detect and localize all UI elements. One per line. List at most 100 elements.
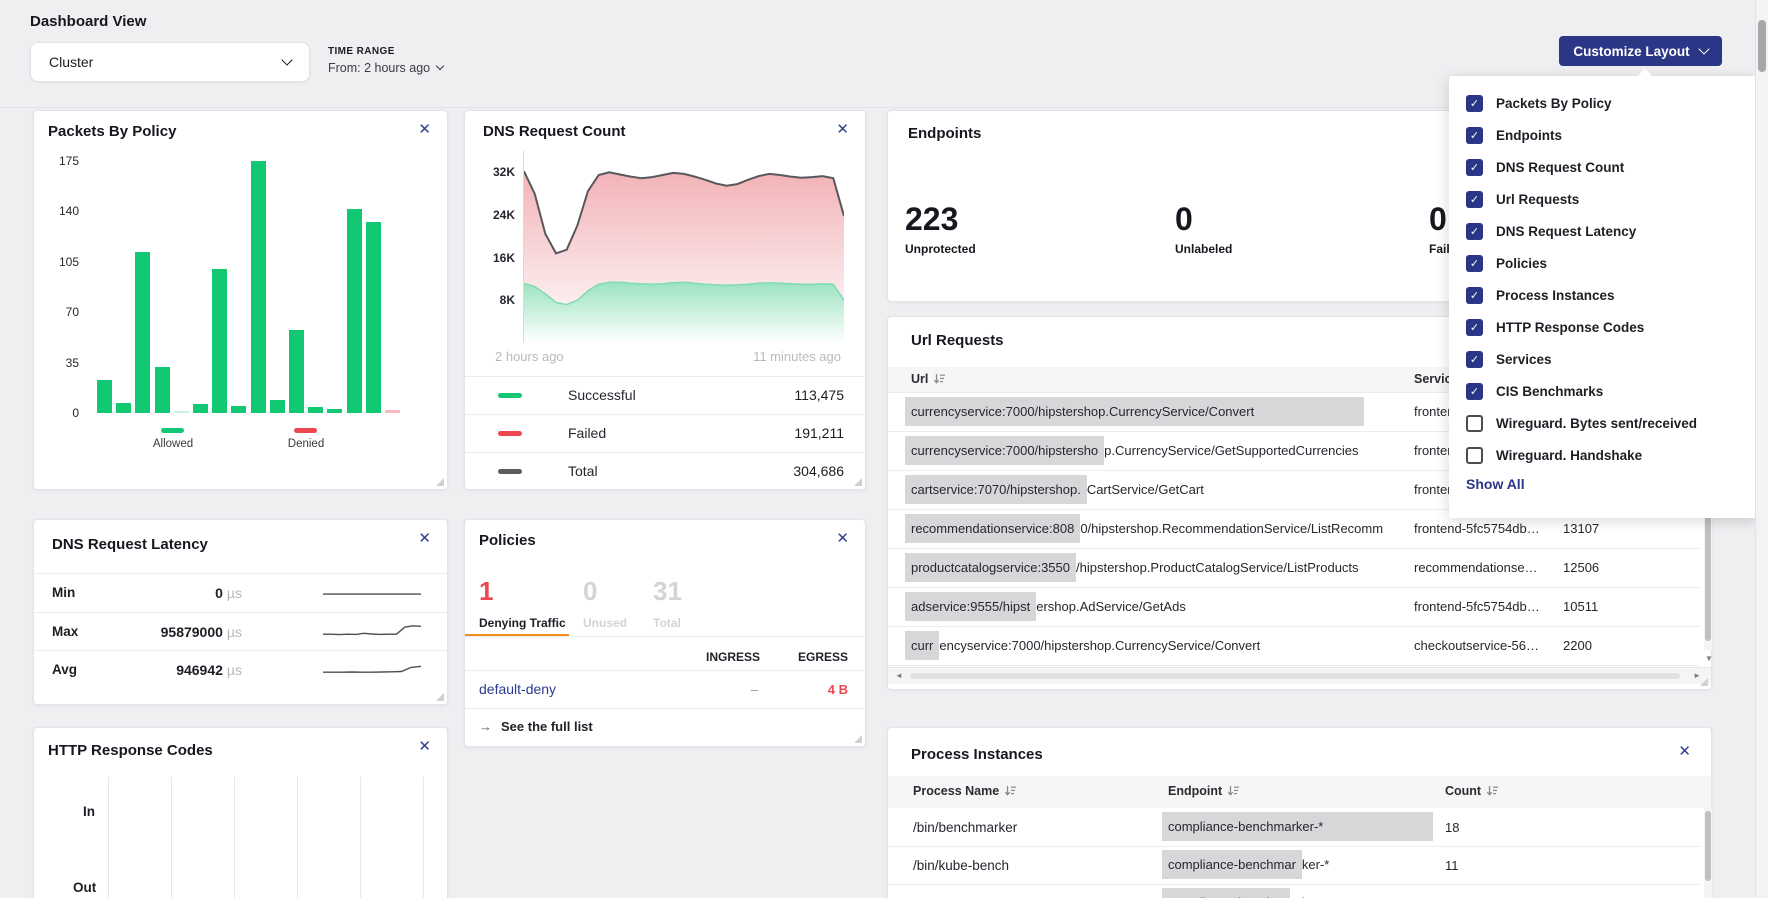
legend-name: Successful <box>568 387 636 403</box>
show-all-link[interactable]: Show All <box>1466 476 1525 492</box>
bar-allowed <box>289 330 304 414</box>
menu-item-policies[interactable]: ✓Policies <box>1449 247 1757 279</box>
sort-icon[interactable] <box>933 373 946 385</box>
view-selector-dropdown[interactable]: Cluster <box>30 42 310 82</box>
close-icon[interactable]: ✕ <box>418 531 431 546</box>
policy-stat-unused[interactable]: 0Unused <box>583 578 627 630</box>
legend-value: 304,686 <box>793 463 844 479</box>
resize-handle[interactable] <box>854 478 862 486</box>
menu-item-dns-request-count[interactable]: ✓DNS Request Count <box>1449 151 1757 183</box>
legend-swatch-failed <box>498 431 522 436</box>
scrollbar-thumb[interactable] <box>910 673 1680 679</box>
column-header-process-name[interactable]: Process Name <box>913 784 1017 798</box>
menu-item-wireguard-handshake[interactable]: Wireguard. Handshake <box>1449 439 1757 471</box>
ingress-value: – <box>706 682 758 697</box>
checkbox-checked-icon[interactable]: ✓ <box>1466 127 1483 144</box>
menu-item-label: Endpoints <box>1496 128 1562 143</box>
latency-metric-label: Avg <box>52 662 77 677</box>
service-cell: recommendationse… <box>1414 560 1538 575</box>
bar-allowed <box>97 380 112 413</box>
menu-item-label: DNS Request Latency <box>1496 224 1636 239</box>
http-response-codes-card: HTTP Response Codes ✕ InOut <box>33 727 448 898</box>
time-range-value: From: 2 hours ago <box>328 61 430 75</box>
column-header-endpoint[interactable]: Endpoint <box>1168 784 1240 798</box>
close-icon[interactable]: ✕ <box>1678 744 1691 759</box>
checkbox-checked-icon[interactable]: ✓ <box>1466 255 1483 272</box>
horizontal-scrollbar[interactable]: ◄ ► <box>888 667 1711 684</box>
checkbox-unchecked-icon[interactable] <box>1466 447 1483 464</box>
scroll-left-icon[interactable]: ◄ <box>895 672 903 680</box>
column-label: Count <box>1445 784 1481 798</box>
menu-item-packets-by-policy[interactable]: ✓Packets By Policy <box>1449 87 1757 119</box>
bar-denied <box>385 410 400 413</box>
sort-icon[interactable] <box>1486 785 1499 797</box>
see-full-list-label: See the full list <box>501 719 593 734</box>
value-number: 95879000 <box>161 624 223 640</box>
menu-item-dns-request-latency[interactable]: ✓ DNS Request Latency <box>1449 215 1757 247</box>
bar-allowed <box>347 209 362 414</box>
checkbox-checked-icon[interactable]: ✓ <box>1466 319 1483 336</box>
close-icon[interactable]: ✕ <box>836 122 849 137</box>
table-row: /bin/kube-benchcompliance-benchmarker-*1… <box>888 846 1700 884</box>
vertical-scrollbar[interactable] <box>1704 808 1712 898</box>
close-icon[interactable]: ✕ <box>418 739 431 754</box>
see-full-list-link[interactable]: → See the full list <box>479 719 593 734</box>
checkbox-checked-icon[interactable]: ✓ <box>1466 95 1483 112</box>
chevron-down-icon <box>281 54 292 65</box>
menu-item-url-requests[interactable]: ✓Url Requests <box>1449 183 1757 215</box>
time-range-label: TIME RANGE <box>328 46 443 57</box>
latency-value: 946942µs <box>94 662 242 678</box>
resize-handle[interactable] <box>436 693 444 701</box>
resize-handle[interactable] <box>854 735 862 743</box>
menu-item-services[interactable]: ✓Services <box>1449 343 1757 375</box>
endpoint-highlight: compliance-benchm <box>1162 888 1290 898</box>
menu-item-cis-benchmarks[interactable]: ✓ CIS Benchmarks <box>1449 375 1757 407</box>
resize-handle[interactable] <box>1700 678 1708 686</box>
checkbox-checked-icon[interactable]: ✓ <box>1466 351 1483 368</box>
menu-item-wireguard-bytes-sent-received[interactable]: Wireguard. Bytes sent/received <box>1449 407 1757 439</box>
sort-icon[interactable] <box>1004 785 1017 797</box>
packets-by-policy-card: Packets By Policy ✕ 03570105140175 Allow… <box>33 110 448 490</box>
customize-layout-button[interactable]: Customize Layout <box>1559 36 1722 66</box>
column-header-egress[interactable]: EGRESS <box>796 650 848 664</box>
legend-swatch-allowed <box>161 428 184 433</box>
checkbox-checked-icon[interactable]: ✓ <box>1466 191 1483 208</box>
endpoint-highlight: compliance-benchmar <box>1162 850 1302 879</box>
time-range-value-dropdown[interactable]: From: 2 hours ago <box>328 61 443 75</box>
bar-allowed <box>270 400 285 413</box>
scrollbar-thumb[interactable] <box>1705 811 1711 881</box>
close-icon[interactable]: ✕ <box>836 531 849 546</box>
checkbox-unchecked-icon[interactable] <box>1466 415 1483 432</box>
sort-icon[interactable] <box>1227 785 1240 797</box>
stat-label: Unprotected <box>905 242 976 256</box>
checkbox-checked-icon[interactable]: ✓ <box>1466 223 1483 240</box>
url-text: ershop.AdService/GetAds <box>1036 599 1186 614</box>
x-axis-label-end: 11 minutes ago <box>753 349 841 364</box>
scrollbar-thumb[interactable] <box>1758 20 1766 72</box>
menu-item-endpoints[interactable]: ✓ Endpoints <box>1449 119 1757 151</box>
y-tick-label: 35 <box>34 356 79 370</box>
menu-item-process-instances[interactable]: ✓Process Instances <box>1449 279 1757 311</box>
policy-stat-denying-traffic[interactable]: 1Denying Traffic <box>479 578 566 630</box>
checkbox-checked-icon[interactable]: ✓ <box>1466 287 1483 304</box>
scroll-down-icon[interactable]: ▼ <box>1705 655 1713 663</box>
sparkline <box>322 581 422 605</box>
row-divider <box>465 670 865 671</box>
close-icon[interactable]: ✕ <box>418 122 431 137</box>
menu-item-http-response-codes[interactable]: ✓HTTP Response Codes <box>1449 311 1757 343</box>
menu-item-label: CIS Benchmarks <box>1496 384 1603 399</box>
page-scrollbar[interactable] <box>1755 0 1768 898</box>
sparkline <box>322 658 422 682</box>
policy-stat-total[interactable]: 31Total <box>653 578 682 630</box>
legend-name: Total <box>568 463 598 479</box>
checkbox-checked-icon[interactable]: ✓ <box>1466 383 1483 400</box>
grid-line <box>108 777 109 898</box>
column-header-ingress[interactable]: INGRESS <box>706 650 758 664</box>
column-header-url[interactable]: Url <box>911 372 946 386</box>
bar-allowed <box>231 406 246 413</box>
card-title: Packets By Policy <box>48 123 176 140</box>
policy-name-link[interactable]: default-deny <box>479 681 556 697</box>
checkbox-checked-icon[interactable]: ✓ <box>1466 159 1483 176</box>
resize-handle[interactable] <box>436 478 444 486</box>
column-header-count[interactable]: Count <box>1445 784 1499 798</box>
